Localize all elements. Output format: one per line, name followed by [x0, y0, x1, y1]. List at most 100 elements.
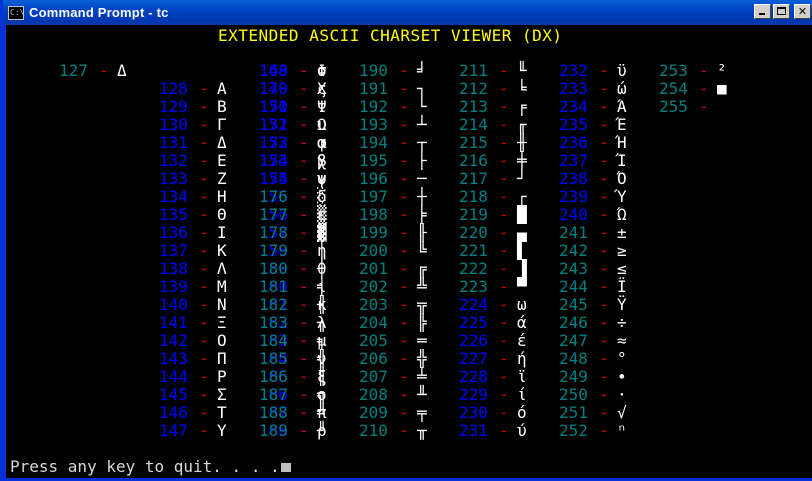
char-code: 254 [659, 79, 688, 98]
char-glyph: ╩ [417, 277, 427, 296]
char-code: 239 [559, 187, 588, 206]
charset-entry: 241- ± [559, 224, 654, 242]
char-code: 240 [559, 205, 588, 224]
char-code: 183 [259, 313, 288, 332]
separator-dash: - [399, 115, 409, 134]
char-code: 211 [459, 61, 488, 80]
separator-dash: - [599, 205, 609, 224]
charset-entry: 193- ┴ [359, 116, 454, 134]
close-button[interactable]: ✕ [794, 4, 811, 19]
separator-dash: - [399, 169, 409, 188]
separator-dash: - [399, 385, 409, 404]
char-glyph: φ [317, 133, 327, 152]
console-output[interactable]: EXTENDED ASCII CHARSET VIEWER (DX) 127- Δ… [6, 25, 796, 478]
charset-entry: 224- ω [459, 296, 554, 314]
char-glyph: ≤ [617, 259, 627, 278]
separator-dash: - [699, 79, 709, 98]
console-app-icon[interactable]: C:\ [8, 5, 24, 20]
separator-dash: - [199, 115, 209, 134]
charset-entry: 177- ▒ [259, 206, 354, 224]
char-code: 247 [559, 331, 588, 350]
separator-dash: - [399, 187, 409, 206]
charset-column: 176- ░ 177- ▒ 178- ▓ 179- │ 180- ┤ 181- ╡ 182- ╢ 183- ╖… [259, 188, 354, 440]
char-glyph: ί [517, 385, 527, 404]
separator-dash: - [199, 97, 209, 116]
minimize-button[interactable] [754, 4, 771, 19]
separator-dash: - [199, 169, 209, 188]
maximize-button[interactable] [773, 4, 790, 19]
char-code: 225 [459, 313, 488, 332]
charset-entry: 191- ┐ [359, 80, 454, 98]
separator-dash: - [199, 79, 209, 98]
charset-entry: 199- ╟ [359, 224, 454, 242]
char-code: 230 [459, 403, 488, 422]
charset-entry: 221- ▌ [459, 242, 554, 260]
char-code: 213 [459, 97, 488, 116]
charset-entry: 255- [659, 98, 754, 116]
char-glyph: Ύ [617, 187, 627, 206]
char-code: 187 [259, 385, 288, 404]
separator-dash: - [499, 133, 509, 152]
charset-entry: 172- υ [259, 116, 354, 134]
char-glyph: ┐ [417, 79, 427, 98]
separator-dash: - [599, 277, 609, 296]
char-code: 250 [559, 385, 588, 404]
charset-entry: 212- ╘ [459, 80, 554, 98]
char-glyph: ▐ [517, 259, 527, 278]
separator-dash: - [499, 295, 509, 314]
char-code: 200 [359, 241, 388, 260]
separator-dash: - [399, 295, 409, 314]
charset-entry: 189- ╜ [259, 422, 354, 440]
charset-entry: 215- ╫ [459, 134, 554, 152]
char-glyph: ║ [317, 367, 327, 386]
char-glyph: τ [317, 97, 327, 116]
char-code: 220 [459, 223, 488, 242]
separator-dash: - [199, 277, 209, 296]
char-code: 248 [559, 349, 588, 368]
separator-dash: - [399, 367, 409, 386]
charset-entry: 147- Υ [159, 422, 254, 440]
separator-dash: - [499, 367, 509, 386]
char-glyph: έ [517, 331, 527, 350]
char-glyph: ╪ [517, 151, 527, 170]
separator-dash: - [599, 421, 609, 440]
char-glyph: Μ [217, 277, 227, 296]
charset-entry: 184- ╕ [259, 332, 354, 350]
charset-entry: 187- ╗ [259, 386, 354, 404]
separator-dash: - [299, 187, 309, 206]
char-glyph: ┘ [517, 169, 527, 188]
char-code: 192 [359, 97, 388, 116]
char-code: 142 [159, 331, 188, 350]
separator-dash: - [399, 61, 409, 80]
charset-entry: 144- Ρ [159, 368, 254, 386]
char-glyph: ╦ [417, 295, 427, 314]
charset-entry: 238- Ό [559, 170, 654, 188]
charset-entry: 141- Ξ [159, 314, 254, 332]
char-code: 136 [159, 223, 188, 242]
char-code: 202 [359, 277, 388, 296]
char-code: 171 [259, 97, 288, 116]
separator-dash: - [199, 133, 209, 152]
char-code: 238 [559, 169, 588, 188]
char-code: 143 [159, 349, 188, 368]
separator-dash: - [299, 205, 309, 224]
char-glyph: ς [317, 79, 327, 98]
char-code: 176 [259, 187, 288, 206]
separator-dash: - [299, 349, 309, 368]
char-glyph: Η [217, 187, 227, 206]
char-glyph: ∙ [617, 367, 627, 386]
separator-dash: - [399, 79, 409, 98]
char-code: 207 [359, 367, 388, 386]
separator-dash: - [199, 385, 209, 404]
char-glyph: ╔ [417, 259, 427, 278]
charset-entry: 142- Ο [159, 332, 254, 350]
charset-entry: 251- √ [559, 404, 654, 422]
separator-dash: - [399, 259, 409, 278]
console-scrollbar[interactable] [796, 25, 812, 478]
char-glyph: ω [517, 295, 527, 314]
title-bar[interactable]: C:\ Command Prompt - tc ✕ [3, 0, 812, 25]
charset-entry: 244- Ϊ [559, 278, 654, 296]
char-code: 174 [259, 151, 288, 170]
char-code: 232 [559, 61, 588, 80]
char-glyph: ╘ [517, 79, 527, 98]
